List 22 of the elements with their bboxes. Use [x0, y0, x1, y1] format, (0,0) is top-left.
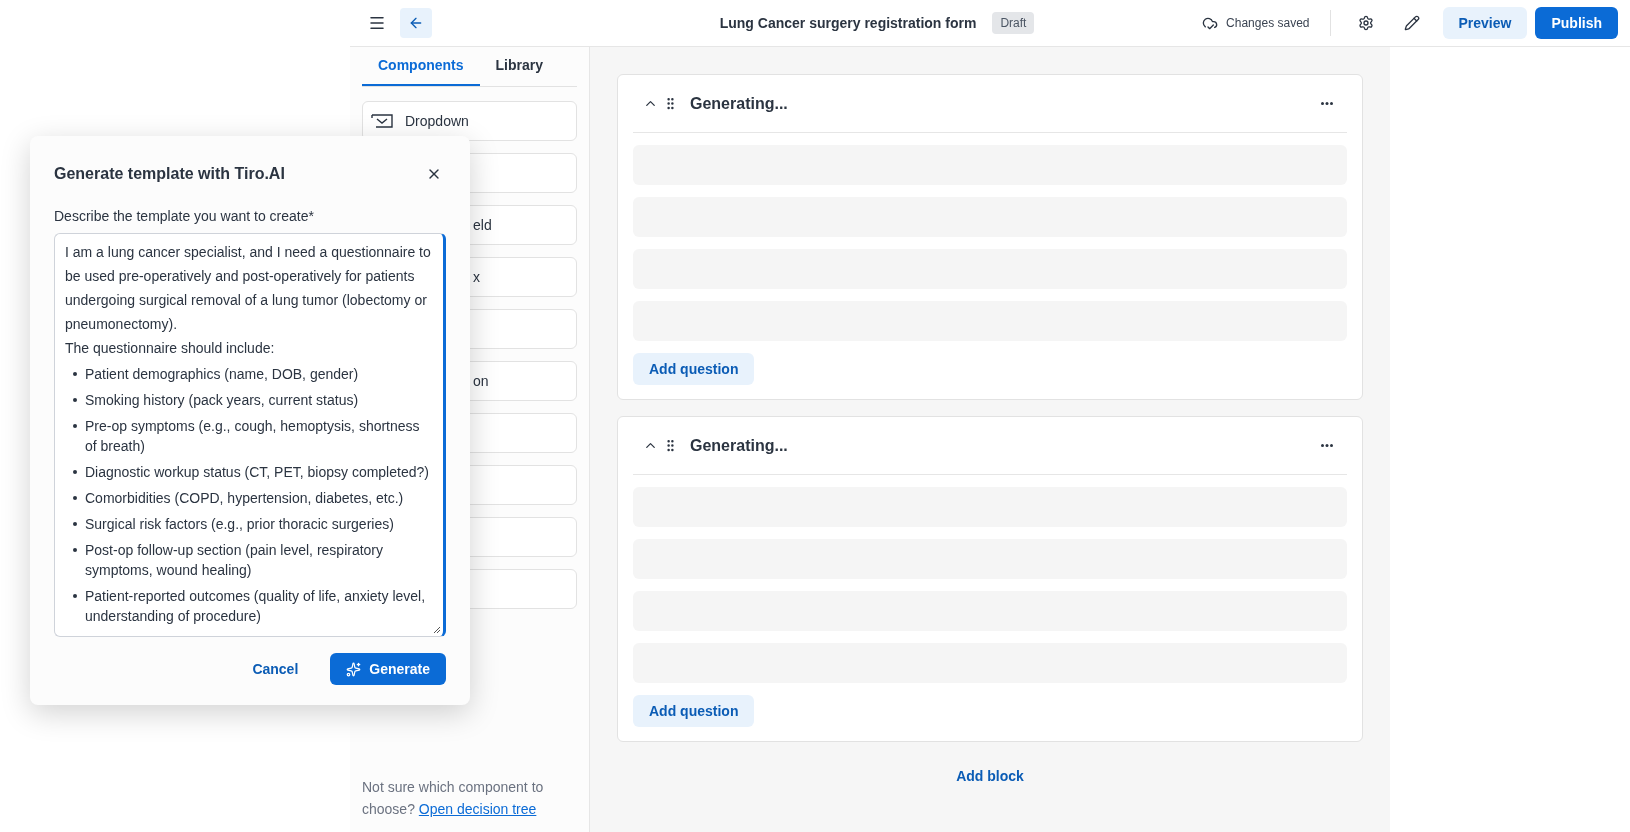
bullet-text: Patient demographics (name, DOB, gender) — [85, 365, 359, 384]
description-paragraph: I am a lung cancer specialist, and I need a questionnaire to be used pre-operatively and post-operatively for patients undergoing surgical removal of a lung tumor (lobectomy or pneumonectomy). — [65, 243, 432, 334]
component-label: on — [473, 371, 489, 391]
form-title: Lung Cancer surgery registration form — [719, 13, 977, 33]
bullet-text: Post-op follow-up section (pain level, respiratory symptoms, wound healing) — [85, 541, 385, 580]
bullet-text: Smoking history (pack years, current status) — [85, 391, 359, 410]
block-title: Generating... — [690, 93, 788, 114]
dialog-title: Generate template with Tiro.AI — [54, 164, 285, 184]
block-title: Generating... — [690, 435, 788, 456]
bullet-text: Diagnostic workup status (CT, PET, biopsy completed?) — [85, 463, 429, 482]
bullet-text: Pre-op symptoms (e.g., cough, hemoptysis, shortness of breath) — [85, 417, 421, 456]
component-label: x — [473, 267, 480, 287]
bullet-text: Patient-reported outcomes (quality of life, anxiety level, understanding of procedure) — [85, 587, 427, 626]
help-text: Not sure which component to choose? Open decision tree — [362, 778, 545, 819]
save-status: Changes saved — [1226, 15, 1310, 32]
bullet-text: Surgical risk factors (e.g., prior thoracic surgeries) — [85, 515, 394, 534]
bullet-text: Comorbidities (COPD, hypertension, diabetes, etc.) — [85, 489, 404, 508]
field-label: Describe the template you want to create* — [54, 207, 315, 226]
component-label: Dropdown — [405, 111, 469, 131]
status-badge: Draft — [992, 12, 1035, 34]
description-paragraph: The questionnaire should include: — [65, 339, 276, 358]
component-label: eld — [473, 215, 492, 235]
